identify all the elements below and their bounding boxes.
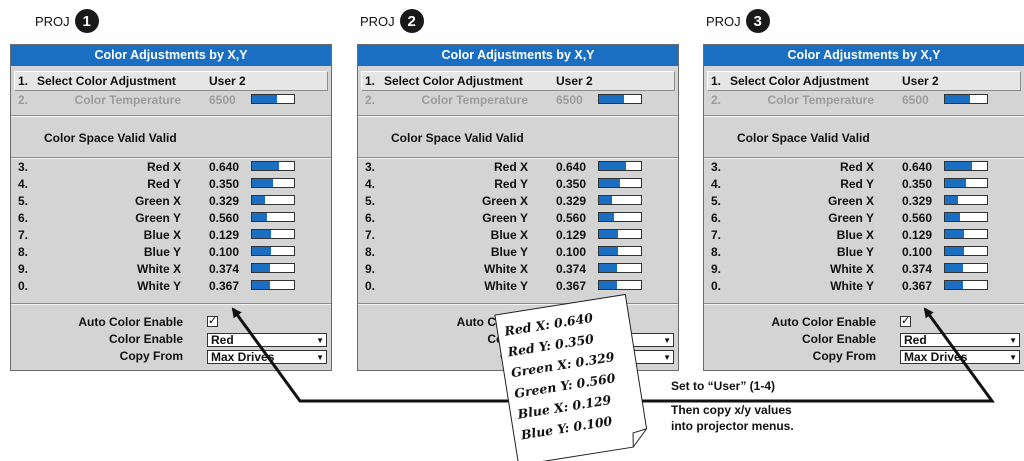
values-paper-note: Red X: 0.640Red Y: 0.350Green X: 0.329Gr… xyxy=(494,293,648,461)
instruction-line-3: into projector menus. xyxy=(671,419,794,433)
annotation-layer: Red X: 0.640Red Y: 0.350Green X: 0.329Gr… xyxy=(231,293,995,461)
instruction-line-1: Set to “User” (1-4) xyxy=(671,379,776,393)
instruction-line-2: Then copy x/y values xyxy=(671,403,792,417)
